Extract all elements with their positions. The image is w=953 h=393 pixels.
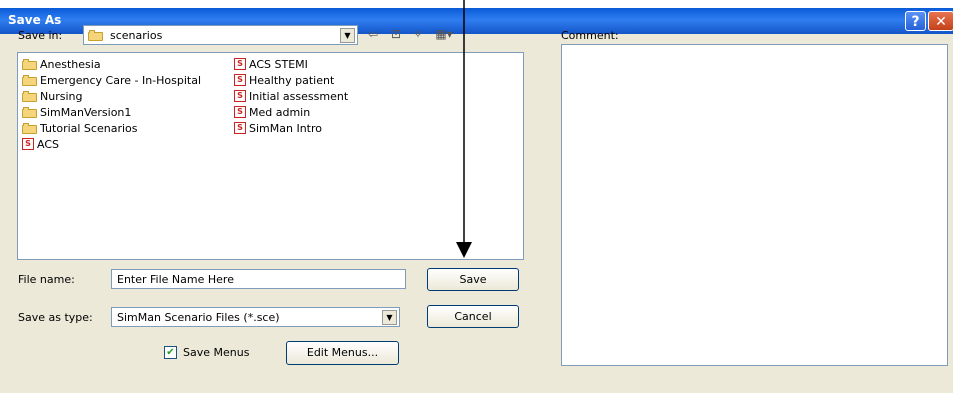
annotation-arrow [456, 0, 472, 258]
